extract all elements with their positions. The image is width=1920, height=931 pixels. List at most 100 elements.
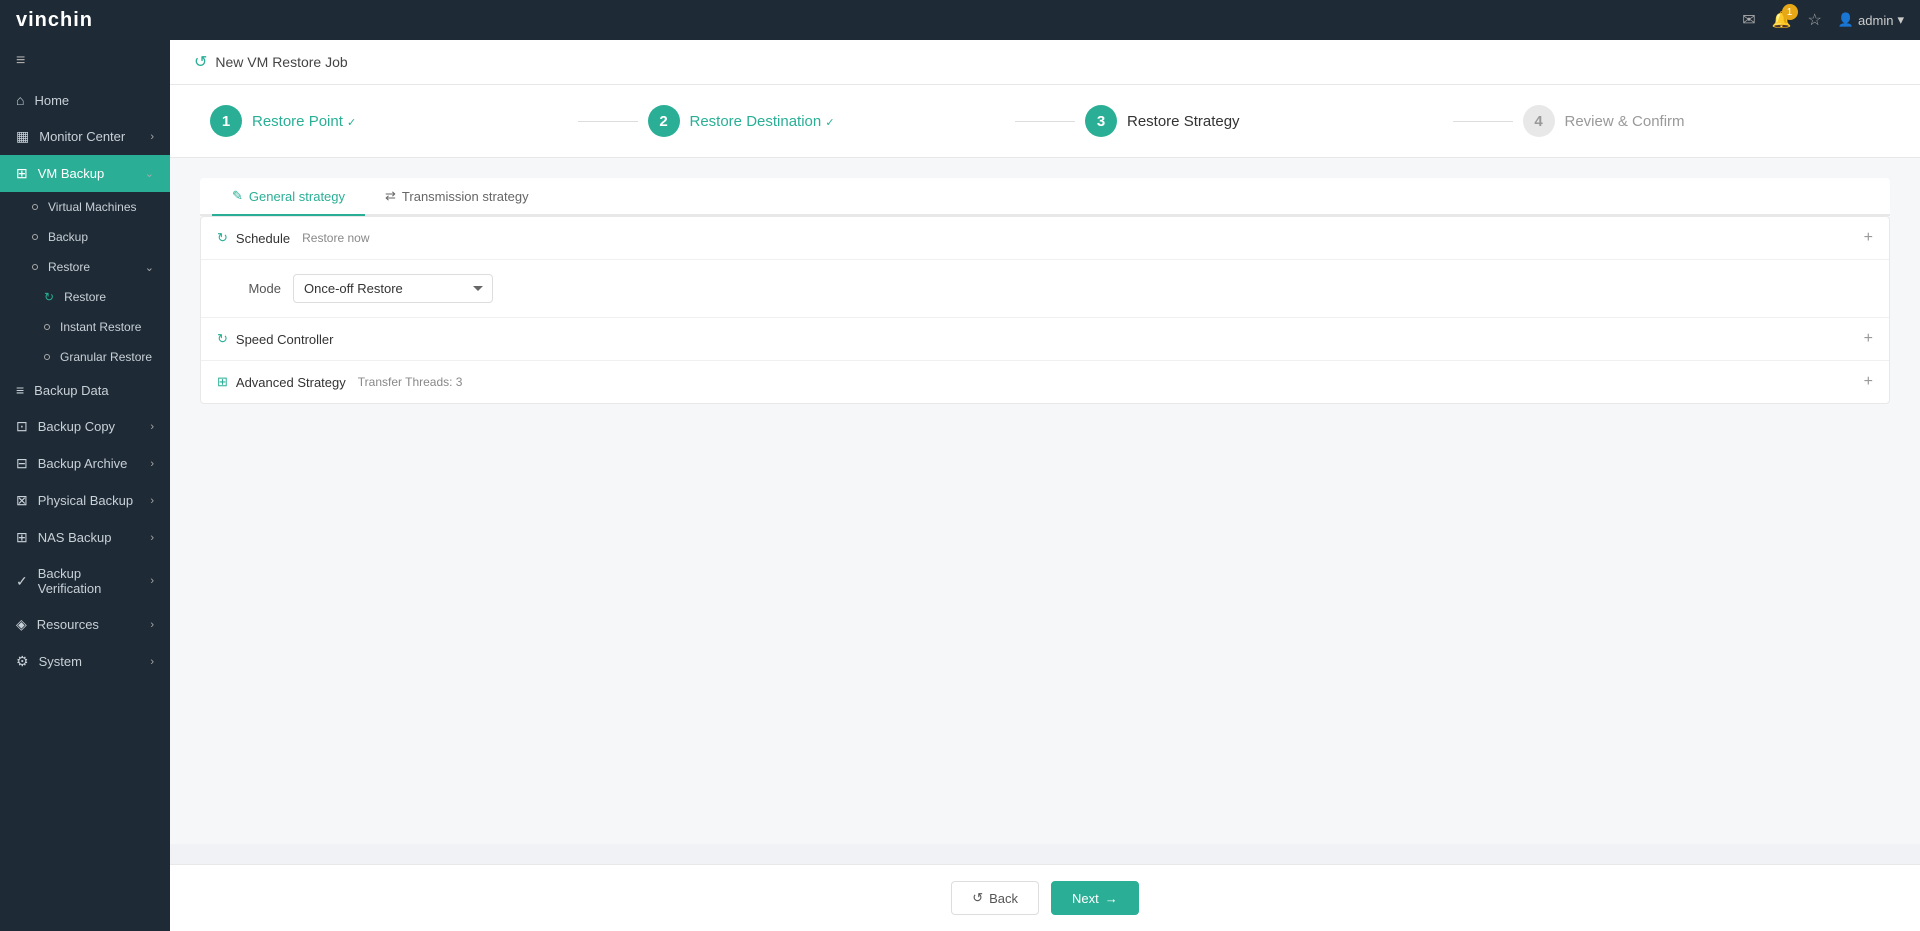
backup-dot-icon: [32, 234, 38, 240]
step-4-circle: 4: [1523, 105, 1555, 137]
sidebar-label-monitor: Monitor Center: [39, 129, 140, 144]
granular-restore-dot-icon: [44, 354, 50, 360]
user-label: admin: [1858, 13, 1893, 28]
sidebar-item-backup-archive[interactable]: ⊟ Backup Archive ›: [0, 445, 170, 482]
sidebar-label-virtual-machines: Virtual Machines: [48, 200, 137, 214]
page-header: ↺ New VM Restore Job: [170, 40, 1920, 85]
sidebar-item-backup-verification[interactable]: ✓ Backup Verification ›: [0, 556, 170, 606]
sidebar-label-vm-backup: VM Backup: [38, 166, 135, 181]
schedule-title: Schedule: [236, 231, 290, 246]
physical-backup-icon: ⊠: [16, 492, 28, 509]
monitor-icon: ▦: [16, 128, 29, 145]
sidebar-item-backup-data[interactable]: ≡ Backup Data: [0, 372, 170, 408]
logo-vin: vin: [16, 9, 48, 31]
speed-title-group: ↻ Speed Controller: [217, 331, 333, 347]
advanced-strategy-section-header[interactable]: ⊞ Advanced Strategy Transfer Threads: 3 …: [201, 361, 1889, 403]
sidebar-label-backup-verification: Backup Verification: [38, 566, 141, 596]
sidebar-item-instant-restore[interactable]: Instant Restore: [0, 312, 170, 342]
sidebar-label-granular-restore: Granular Restore: [60, 350, 152, 364]
schedule-icon: ↻: [217, 230, 228, 246]
sidebar-label-resources: Resources: [37, 617, 141, 632]
logo: vinchin: [16, 9, 93, 32]
resources-icon: ◈: [16, 616, 27, 633]
step-divider-1: [578, 121, 638, 122]
sidebar-label-backup: Backup: [48, 230, 88, 244]
tab-bar: ✎ General strategy ⇄ Transmission strate…: [200, 178, 1890, 216]
sidebar-label-instant-restore: Instant Restore: [60, 320, 141, 334]
topbar-right: ✉ 🔔 1 ☆ 👤 admin ▾: [1742, 10, 1904, 30]
step-1-circle: 1: [210, 105, 242, 137]
sidebar-item-nas-backup[interactable]: ⊞ NAS Backup ›: [0, 519, 170, 556]
vm-backup-chevron: ⌄: [145, 167, 154, 180]
schedule-content: Mode Once-off Restore Scheduled Restore: [201, 260, 1889, 318]
sidebar-item-home[interactable]: ⌂ Home: [0, 82, 170, 118]
next-label: Next: [1072, 891, 1099, 906]
advanced-subtitle: Transfer Threads: 3: [358, 375, 463, 389]
sidebar-label-restore: Restore: [48, 260, 90, 274]
vm-dot-icon: [32, 204, 38, 210]
back-icon: ↺: [972, 890, 983, 906]
steps-bar: 1 Restore Point ✓ 2 Restore Destination …: [170, 85, 1920, 158]
sidebar-label-restore-sub: Restore: [64, 290, 106, 304]
step-divider-2: [1015, 121, 1075, 122]
speed-controller-section-header[interactable]: ↻ Speed Controller +: [201, 318, 1889, 361]
mode-select[interactable]: Once-off Restore Scheduled Restore: [293, 274, 493, 303]
sidebar-item-granular-restore[interactable]: Granular Restore: [0, 342, 170, 372]
tab-transmission-strategy[interactable]: ⇄ Transmission strategy: [365, 178, 549, 216]
sidebar-label-backup-copy: Backup Copy: [38, 419, 141, 434]
page-header-icon: ↺: [194, 52, 207, 72]
step-3-label: Restore Strategy: [1127, 113, 1240, 130]
advanced-expand-icon[interactable]: +: [1864, 373, 1873, 391]
tab-general-icon: ✎: [232, 188, 243, 204]
step-4-label: Review & Confirm: [1565, 113, 1685, 130]
sidebar-toggle[interactable]: ≡: [0, 40, 170, 82]
resources-chevron: ›: [150, 619, 154, 631]
next-button[interactable]: Next →: [1051, 881, 1139, 915]
sidebar-item-physical-backup[interactable]: ⊠ Physical Backup ›: [0, 482, 170, 519]
backup-copy-chevron: ›: [150, 421, 154, 433]
speed-title: Speed Controller: [236, 332, 334, 347]
step-2-circle: 2: [648, 105, 680, 137]
tab-general-strategy[interactable]: ✎ General strategy: [212, 178, 365, 216]
message-icon[interactable]: ✉: [1742, 10, 1755, 30]
sidebar-item-backup[interactable]: Backup: [0, 222, 170, 252]
back-label: Back: [989, 891, 1018, 906]
sidebar-item-restore-sub[interactable]: ↻ Restore: [0, 282, 170, 312]
restore-refresh-icon: ↻: [44, 290, 54, 304]
restore-dot-icon: [32, 264, 38, 270]
sidebar-item-vm-backup[interactable]: ⊞ VM Backup ⌄: [0, 155, 170, 192]
strategy-card: ↻ Schedule Restore now + Mode Once-off R…: [200, 216, 1890, 404]
schedule-expand-icon[interactable]: +: [1864, 229, 1873, 247]
sidebar-item-restore[interactable]: Restore ⌄: [0, 252, 170, 282]
main-content: ↺ New VM Restore Job 1 Restore Point ✓ 2…: [170, 0, 1920, 931]
notification-icon[interactable]: 🔔 1: [1772, 10, 1792, 30]
sidebar-item-virtual-machines[interactable]: Virtual Machines: [0, 192, 170, 222]
next-icon: →: [1105, 891, 1118, 906]
mode-form-row: Mode Once-off Restore Scheduled Restore: [221, 274, 1869, 303]
system-icon: ⚙: [16, 653, 29, 670]
step-2-label: Restore Destination ✓: [690, 113, 835, 130]
physical-backup-chevron: ›: [150, 495, 154, 507]
step-3-number: 3: [1097, 113, 1105, 130]
topbar: vinchin ✉ 🔔 1 ☆ 👤 admin ▾: [0, 0, 1920, 40]
step-1-label: Restore Point ✓: [252, 113, 356, 130]
monitor-chevron: ›: [150, 131, 154, 143]
sidebar-item-resources[interactable]: ◈ Resources ›: [0, 606, 170, 643]
speed-icon: ↻: [217, 331, 228, 347]
back-button[interactable]: ↺ Back: [951, 881, 1039, 915]
sidebar-item-system[interactable]: ⚙ System ›: [0, 643, 170, 680]
user-menu[interactable]: 👤 admin ▾: [1838, 12, 1904, 28]
schedule-subtitle: Restore now: [302, 231, 369, 245]
backup-verification-icon: ✓: [16, 573, 28, 590]
sidebar-item-backup-copy[interactable]: ⊡ Backup Copy ›: [0, 408, 170, 445]
step-3-circle: 3: [1085, 105, 1117, 137]
step-2: 2 Restore Destination ✓: [648, 105, 1006, 137]
scrollable-content: ✎ General strategy ⇄ Transmission strate…: [170, 158, 1920, 844]
sidebar-item-monitor[interactable]: ▦ Monitor Center ›: [0, 118, 170, 155]
speed-expand-icon[interactable]: +: [1864, 330, 1873, 348]
tab-general-label: General strategy: [249, 189, 345, 204]
tab-transmission-icon: ⇄: [385, 188, 396, 204]
step-divider-3: [1453, 121, 1513, 122]
schedule-section-header[interactable]: ↻ Schedule Restore now +: [201, 217, 1889, 260]
screen-icon[interactable]: ☆: [1808, 10, 1822, 30]
